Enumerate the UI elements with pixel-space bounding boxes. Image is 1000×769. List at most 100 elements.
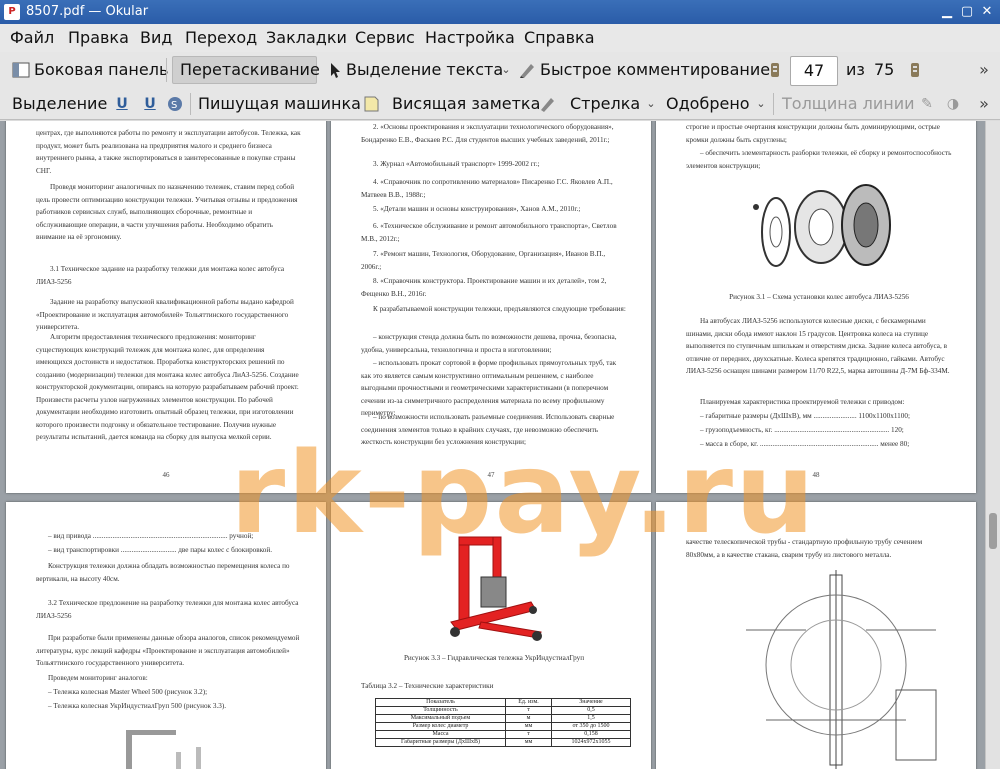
- page-48-para-2: – обеспечить элементарность разборки тел…: [686, 149, 952, 170]
- table-row: Толщинность т 0,5: [375, 707, 631, 715]
- table-cell: 0,158: [584, 731, 598, 737]
- table-header-row: Показатель Ед. изм. Значение: [375, 698, 631, 707]
- okular-icon: P: [4, 4, 20, 20]
- sidebar-button[interactable]: Боковая панель: [34, 60, 168, 79]
- table-cell: мм: [506, 739, 552, 746]
- minimize-icon[interactable]: ▁: [938, 3, 956, 21]
- page-total-label: 75: [874, 60, 895, 79]
- page-48-figure-caption: Рисунок 3.1 – Схема установки колес авто…: [729, 293, 909, 301]
- page-47-ref-7: 7. «Ремонт машин, Технология, Оборудован…: [361, 250, 606, 271]
- squiggle-underline-icon[interactable]: U: [141, 95, 159, 113]
- page-47-ref-6: 6. «Техническое обслуживание и ремонт ав…: [361, 222, 617, 243]
- table-row: Размер колес диаметр мм от 350 до 1500: [375, 723, 631, 731]
- previous-page-icon[interactable]: [766, 61, 784, 79]
- page-47-ref-4: 4. «Справочник по сопротивлению материал…: [361, 178, 613, 199]
- page-49-para-2: При разработке были применены данные обз…: [36, 634, 300, 667]
- table-cell: от 350 до 1500: [572, 723, 610, 729]
- table-cell: т: [506, 707, 552, 714]
- vertical-scrollbar[interactable]: [985, 121, 1000, 769]
- sidebar-icon: [12, 61, 30, 79]
- page-46-para-1: центрах, где выполняются работы по ремон…: [36, 129, 301, 175]
- menu-tools[interactable]: Сервис: [355, 28, 415, 47]
- menu-edit[interactable]: Правка: [68, 28, 129, 47]
- table-row: Габаритные размеры (ДхШхВ) мм 1024х972х1…: [375, 739, 631, 747]
- chevron-down-icon[interactable]: ⌄: [642, 95, 660, 113]
- page-48-para-3: На автобусах ЛИАЗ-5256 используются коле…: [686, 317, 950, 375]
- quick-comment-icon: [518, 61, 536, 79]
- table-header-cell: Значение: [579, 699, 603, 705]
- arrow-tool-icon: [538, 95, 556, 113]
- chevron-down-icon[interactable]: ⌄: [497, 61, 515, 79]
- text-cursor-icon: [326, 61, 344, 79]
- arrow-tool-button[interactable]: Стрелка: [570, 94, 640, 113]
- strikeout-icon[interactable]: S: [166, 95, 184, 113]
- table-cell: Максимальный подъем: [376, 715, 506, 722]
- next-page-icon[interactable]: [906, 61, 924, 79]
- annotation-toolbar: Выделение U U S Пишущая машинка Висящая …: [0, 88, 1000, 120]
- scrollbar-thumb[interactable]: [989, 513, 997, 549]
- page-49-item-2: – Тележка колесная УкрИндустиалГруп 500 …: [48, 702, 227, 710]
- page-50-figure-caption: Рисунок 3.3 – Гидравлическая тележка Укр…: [403, 654, 585, 662]
- overflow-chevron-icon[interactable]: »: [975, 61, 993, 79]
- table-cell: Масса: [376, 731, 506, 738]
- menu-help[interactable]: Справка: [524, 28, 595, 47]
- opacity-icon[interactable]: ◑: [944, 95, 962, 113]
- table-cell: 1024х972х1055: [571, 739, 611, 745]
- page-47-req-intro: К разрабатываемой конструкции тележки, п…: [373, 305, 626, 313]
- page-48-spec-1: – габаритные размеры (ДхШхВ), мм .......…: [700, 412, 910, 420]
- table-header-cell: Показатель: [376, 699, 506, 706]
- main-toolbar: Боковая панель Перетаскивание Выделение …: [0, 52, 1000, 88]
- quick-comment-button[interactable]: Быстрое комментирование: [540, 60, 770, 79]
- table-cell: мм: [506, 723, 552, 730]
- table-cell: 0,5: [587, 707, 595, 713]
- drag-mode-label: Перетаскивание: [180, 60, 320, 79]
- wheel-hub-figure: [753, 184, 891, 267]
- menu-file[interactable]: Файл: [10, 28, 54, 47]
- sticky-note-button[interactable]: Висящая заметка: [392, 94, 540, 113]
- toolbar-separator: [190, 93, 191, 115]
- svg-text:S: S: [171, 100, 177, 111]
- page-48-para-4: Планируемая характеристика проектируемой…: [700, 398, 905, 406]
- maximize-icon[interactable]: ▢: [958, 3, 976, 21]
- menu-settings[interactable]: Настройка: [425, 28, 515, 47]
- table-row: Максимальный подъем м 1,5: [375, 715, 631, 723]
- table-cell: Толщинность: [376, 707, 506, 714]
- menu-go[interactable]: Переход: [185, 28, 257, 47]
- table-row: Масса т 0,158: [375, 731, 631, 739]
- toolbar-separator: [773, 93, 774, 115]
- table-cell: т: [506, 731, 552, 738]
- page-48-para-1: строгие и простые очертания конструкции …: [686, 123, 940, 144]
- document-view[interactable]: центрах, где выполняются работы по ремон…: [0, 121, 985, 769]
- sticky-note-icon: [362, 95, 380, 113]
- page-49-heading: 3.2 Техническое предложение на разработк…: [36, 599, 299, 620]
- menu-view[interactable]: Вид: [140, 28, 172, 47]
- menu-bar: Файл Правка Вид Переход Закладки Сервис …: [0, 24, 1000, 52]
- page-49-para-3: Проведем мониторинг аналогов:: [48, 674, 148, 682]
- page-46-para-3: Задание на разработку выпускной квалифик…: [36, 298, 294, 331]
- watermark: rk-pay.ru: [230, 429, 817, 559]
- table-cell: Габаритные размеры (ДхШхВ): [376, 739, 506, 746]
- table-header-cell: Ед. изм.: [506, 699, 552, 706]
- menu-bookmarks[interactable]: Закладки: [266, 28, 347, 47]
- master-wheel-figure: [126, 730, 201, 769]
- page-49-item-1: – Тележка колесная Master Wheel 500 (рис…: [48, 688, 208, 696]
- underline-icon[interactable]: U: [113, 95, 131, 113]
- page-49-para-1: Конструкция тележки должна обладать возм…: [36, 562, 290, 583]
- window-title: 8507.pdf — Okular: [26, 4, 149, 19]
- stamp-approved-button[interactable]: Одобрено: [666, 94, 750, 113]
- color-picker-icon[interactable]: ✎: [918, 95, 936, 113]
- overflow-chevron-icon[interactable]: »: [975, 95, 993, 113]
- page-47-req-1: – конструкция стенда должна быть по возм…: [361, 333, 617, 354]
- page-number-input[interactable]: 47: [790, 56, 838, 86]
- table-cell: м: [506, 715, 552, 722]
- line-width-button[interactable]: Толщина линии: [782, 94, 915, 113]
- telescopic-tube-drawing: [746, 570, 937, 769]
- table-cell: 1,5: [587, 715, 595, 721]
- text-select-button[interactable]: Выделение текста: [346, 60, 503, 79]
- chevron-down-icon[interactable]: ⌄: [752, 95, 770, 113]
- selection-tool-button[interactable]: Выделение: [12, 94, 107, 113]
- toolbar-separator: [166, 58, 167, 82]
- close-icon[interactable]: ✕: [978, 3, 996, 21]
- table-cell: Размер колес диаметр: [376, 723, 506, 730]
- typewriter-button[interactable]: Пишущая машинка: [198, 94, 361, 113]
